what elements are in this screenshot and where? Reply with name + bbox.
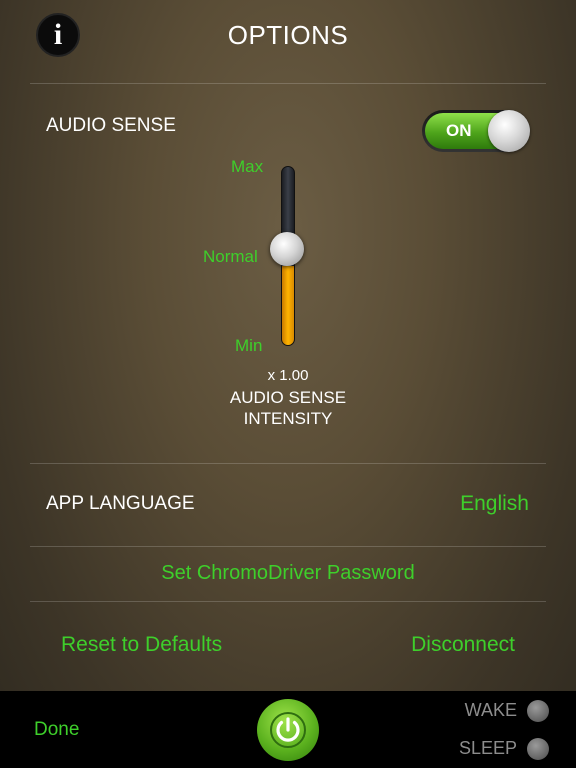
divider (30, 546, 546, 547)
slider-min-label: Min (235, 336, 263, 355)
set-password-link[interactable]: Set ChromoDriver Password (0, 562, 576, 585)
reset-defaults-button[interactable]: Reset to Defaults (61, 633, 222, 657)
divider (30, 83, 546, 84)
intensity-caption-line1: AUDIO SENSE (229, 388, 347, 407)
intensity-multiplier: x 1.00 (267, 367, 309, 384)
app-language-label: APP LANGUAGE (46, 493, 195, 514)
audio-sense-label: AUDIO SENSE (46, 115, 176, 136)
sleep-label: SLEEP (458, 738, 517, 758)
sleep-radio[interactable] (527, 738, 549, 760)
app-language-value[interactable]: English (460, 492, 529, 516)
intensity-slider-fill (282, 266, 294, 345)
toggle-knob (488, 110, 530, 152)
slider-normal-label: Normal (203, 247, 258, 266)
done-button[interactable]: Done (34, 719, 79, 741)
audio-sense-toggle[interactable]: ON (422, 110, 530, 152)
intensity-caption-line2: INTENSITY (243, 409, 333, 428)
toggle-on-text: ON (446, 121, 472, 140)
wake-radio[interactable] (527, 700, 549, 722)
intensity-slider-knob[interactable] (270, 232, 304, 266)
power-button[interactable] (257, 699, 319, 761)
wake-label: WAKE (464, 700, 517, 720)
divider (30, 601, 546, 602)
slider-max-label: Max (231, 157, 264, 176)
disconnect-button[interactable]: Disconnect (411, 633, 515, 657)
page-title: OPTIONS (227, 20, 349, 50)
intensity-caption: AUDIO SENSE INTENSITY (0, 387, 576, 429)
power-icon (270, 712, 306, 748)
